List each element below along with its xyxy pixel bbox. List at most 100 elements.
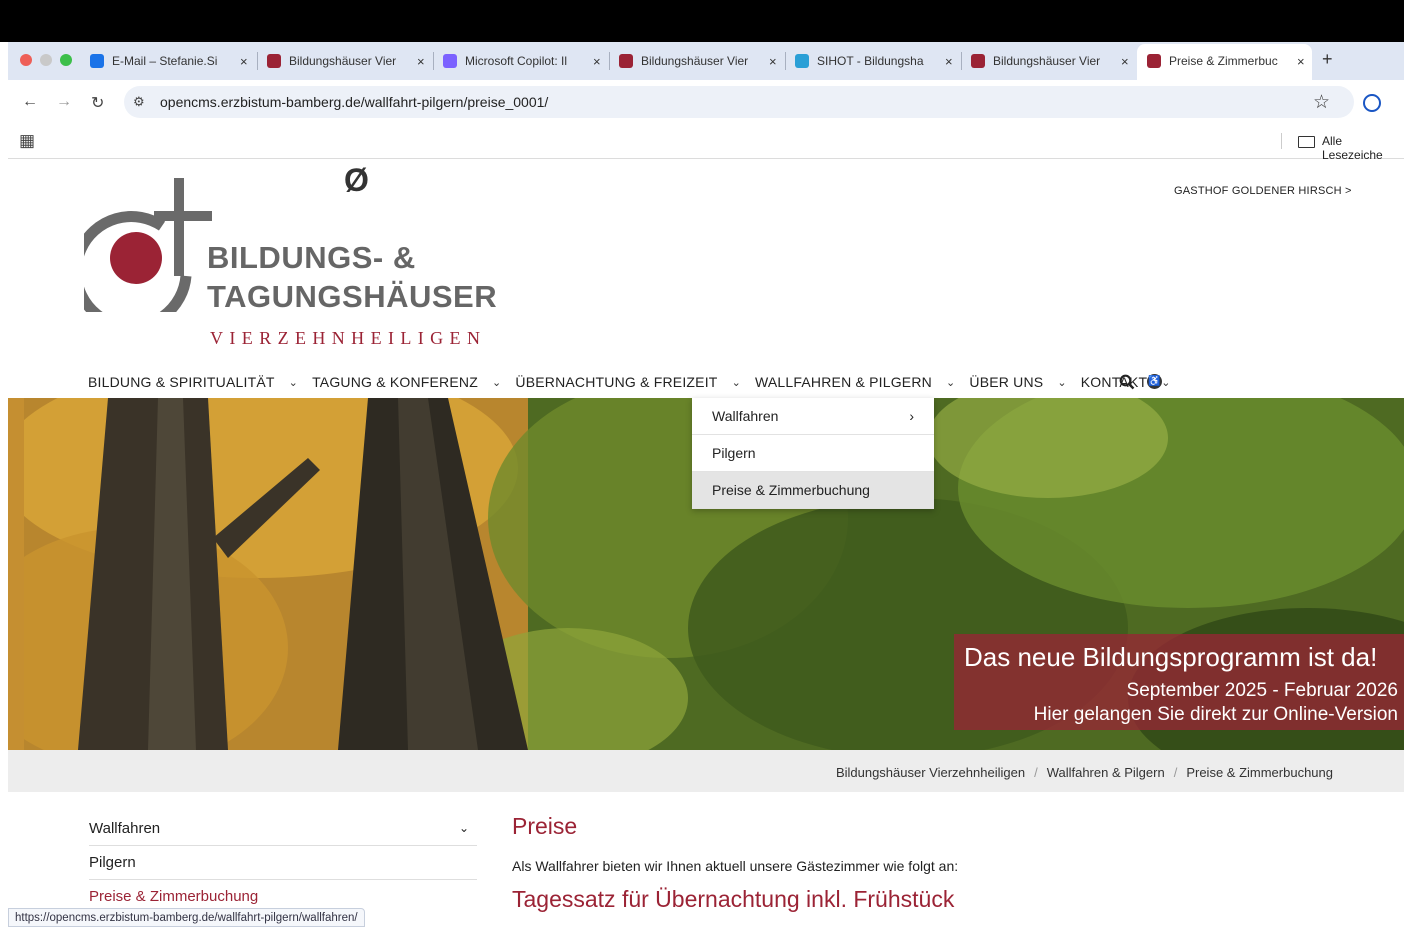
bookmarks-bar	[8, 124, 1404, 159]
tab-favicon-icon	[443, 54, 457, 68]
sidebar-item[interactable]: Wallfahren ⌄	[89, 811, 477, 846]
tab-separator	[961, 52, 962, 70]
browser-tab[interactable]: Bildungshäuser Vier ×	[267, 48, 425, 74]
bookmark-star-icon[interactable]: ☆	[1313, 91, 1330, 114]
chevron-down-icon[interactable]: ⌄	[459, 821, 469, 835]
chevron-down-icon[interactable]: ⌄	[1161, 376, 1170, 389]
browser-tab[interactable]: SIHOT - Bildungsha ×	[795, 48, 953, 74]
chevron-down-icon[interactable]: ⌄	[289, 376, 298, 389]
chevron-down-icon[interactable]: ⌄	[946, 376, 955, 389]
sidebar-item-label: Pilgern	[89, 853, 136, 871]
nav-item-label: KONTAKT	[1080, 374, 1148, 390]
tab-close-icon[interactable]: ×	[769, 54, 777, 69]
browser-tab[interactable]: Bildungshäuser Vier ×	[619, 48, 777, 74]
reload-icon[interactable]: ↻	[91, 93, 104, 113]
tab-separator	[785, 52, 786, 70]
dropdown-item[interactable]: Preise & Zimmerbuchung	[692, 472, 934, 509]
accessibility-toggle-icon[interactable]: Ø	[344, 162, 369, 199]
profile-icon[interactable]	[1363, 94, 1381, 112]
sidebar-item-label: Wallfahren	[89, 819, 161, 837]
tab-close-icon[interactable]: ×	[1121, 54, 1129, 69]
all-bookmarks-link[interactable]: Alle Lesezeiche	[1322, 134, 1404, 162]
browser-tab[interactable]: E-Mail – Stefanie.Si ×	[90, 48, 248, 74]
tab-favicon-icon	[971, 54, 985, 68]
accessibility-icon[interactable]: ♿	[1147, 374, 1162, 389]
os-menu-bar	[0, 0, 1404, 42]
site-settings-icon[interactable]: ⚙	[133, 94, 145, 110]
tab-close-icon[interactable]: ×	[1297, 54, 1305, 69]
logo-line-1: BILDUNGS- &	[207, 240, 416, 275]
nav-item[interactable]: BILDUNG & SPIRITUALITÄT ⌄	[88, 374, 312, 390]
chevron-down-icon[interactable]: ⌄	[492, 376, 501, 389]
tab-title: Bildungshäuser Vier	[993, 54, 1101, 68]
tab-favicon-icon	[267, 54, 281, 68]
chevron-down-icon[interactable]: ⌄	[1057, 376, 1066, 389]
logo-red-circle	[110, 232, 162, 284]
breadcrumb-link[interactable]: Wallfahren & Pilgern	[1047, 765, 1165, 780]
window-minimize-button[interactable]	[40, 54, 52, 66]
tab-separator	[609, 52, 610, 70]
browser-tab[interactable]: Preise & Zimmerbuc ×	[1147, 48, 1305, 74]
tab-favicon-icon	[619, 54, 633, 68]
logo-mark-icon[interactable]	[84, 176, 216, 312]
tab-separator	[257, 52, 258, 70]
nav-item[interactable]: TAGUNG & KONFERENZ ⌄	[312, 374, 515, 390]
logo-line-2: TAGUNGSHÄUSER	[207, 279, 498, 314]
browser-tab[interactable]: Bildungshäuser Vier ×	[971, 48, 1129, 74]
tab-title: E-Mail – Stefanie.Si	[112, 54, 218, 68]
sidebar-item-label: Preise & Zimmerbuchung	[89, 887, 259, 905]
tab-close-icon[interactable]: ×	[945, 54, 953, 69]
new-tab-button[interactable]: +	[1322, 49, 1333, 70]
logo-line-3: VIERZEHNHEILIGEN	[210, 328, 487, 348]
dropdown-item-label: Preise & Zimmerbuchung	[712, 482, 870, 498]
page-title: Preise	[512, 813, 578, 839]
nav-item[interactable]: ÜBER UNS ⌄	[969, 374, 1080, 390]
folder-icon	[1298, 136, 1315, 148]
main-navigation: BILDUNG & SPIRITUALITÄT ⌄ TAGUNG & KONFERE…	[88, 370, 1185, 394]
breadcrumb-link[interactable]: Bildungshäuser Vierzehnheiligen	[836, 765, 1025, 780]
forward-icon[interactable]: →	[56, 93, 72, 111]
breadcrumb-separator: /	[1034, 765, 1038, 780]
search-icon[interactable]	[1119, 374, 1135, 390]
intro-text: Als Wallfahrer bieten wir Ihnen aktuell …	[512, 858, 959, 874]
dropdown-item-label: Wallfahren	[712, 408, 779, 424]
tab-favicon-icon	[1147, 54, 1161, 68]
breadcrumb: Bildungshäuser Vierzehnheiligen / Wallfahr…	[836, 765, 1333, 780]
window-zoom-button[interactable]	[60, 54, 72, 66]
promo-banner[interactable]: Das neue Bildungsprogramm ist da! Septem…	[954, 634, 1404, 730]
browser-tab[interactable]: Microsoft Copilot: Il ×	[443, 48, 601, 74]
dropdown-item[interactable]: Pilgern	[692, 435, 934, 472]
tab-favicon-icon	[795, 54, 809, 68]
tab-close-icon[interactable]: ×	[417, 54, 425, 69]
tab-close-icon[interactable]: ×	[593, 54, 601, 69]
status-bar-url: https://opencms.erzbistum-bamberg.de/wal…	[8, 908, 365, 927]
tab-title: Bildungshäuser Vier	[641, 54, 749, 68]
tab-title: Bildungshäuser Vier	[289, 54, 397, 68]
nav-item-label: TAGUNG & KONFERENZ	[312, 374, 478, 390]
bookmarks-divider	[1281, 133, 1282, 149]
breadcrumb-separator: /	[1173, 765, 1178, 780]
tab-title: SIHOT - Bildungsha	[817, 54, 924, 68]
tab-title: Microsoft Copilot: Il	[465, 54, 568, 68]
apps-icon[interactable]: ▦	[19, 131, 35, 151]
window-close-button[interactable]	[20, 54, 32, 66]
dropdown-item[interactable]: Wallfahren ›	[692, 398, 934, 435]
nav-item-label: ÜBER UNS	[969, 374, 1044, 390]
promo-link[interactable]: Hier gelangen Sie direkt zur Online-Vers…	[1034, 704, 1398, 726]
back-icon[interactable]: ←	[22, 93, 38, 111]
chevron-down-icon[interactable]: ⌄	[732, 376, 741, 389]
tab-close-icon[interactable]: ×	[240, 54, 248, 69]
promo-title: Das neue Bildungsprogramm ist da!	[964, 642, 1378, 672]
nav-item[interactable]: ÜBERNACHTUNG & FREIZEIT ⌄	[515, 374, 755, 390]
promo-period: September 2025 - Februar 2026	[1126, 680, 1398, 701]
tab-title: Preise & Zimmerbuc	[1169, 54, 1278, 68]
sidebar-item[interactable]: Pilgern	[89, 845, 477, 880]
section-heading: Tagessatz für Übernachtung inkl. Frühstü…	[512, 886, 955, 912]
tab-separator	[433, 52, 434, 70]
nav-item[interactable]: WALLFAHREN & PILGERN ⌄	[755, 374, 969, 390]
url-text[interactable]: opencms.erzbistum-bamberg.de/wallfahrt-p…	[160, 94, 548, 110]
gasthof-link[interactable]: GASTHOF GOLDENER HIRSCH >	[1174, 185, 1352, 197]
breadcrumb-link[interactable]: Preise & Zimmerbuchung	[1186, 765, 1333, 780]
nav-item-label: ÜBERNACHTUNG & FREIZEIT	[515, 374, 718, 390]
dropdown-item-label: Pilgern	[712, 445, 756, 461]
